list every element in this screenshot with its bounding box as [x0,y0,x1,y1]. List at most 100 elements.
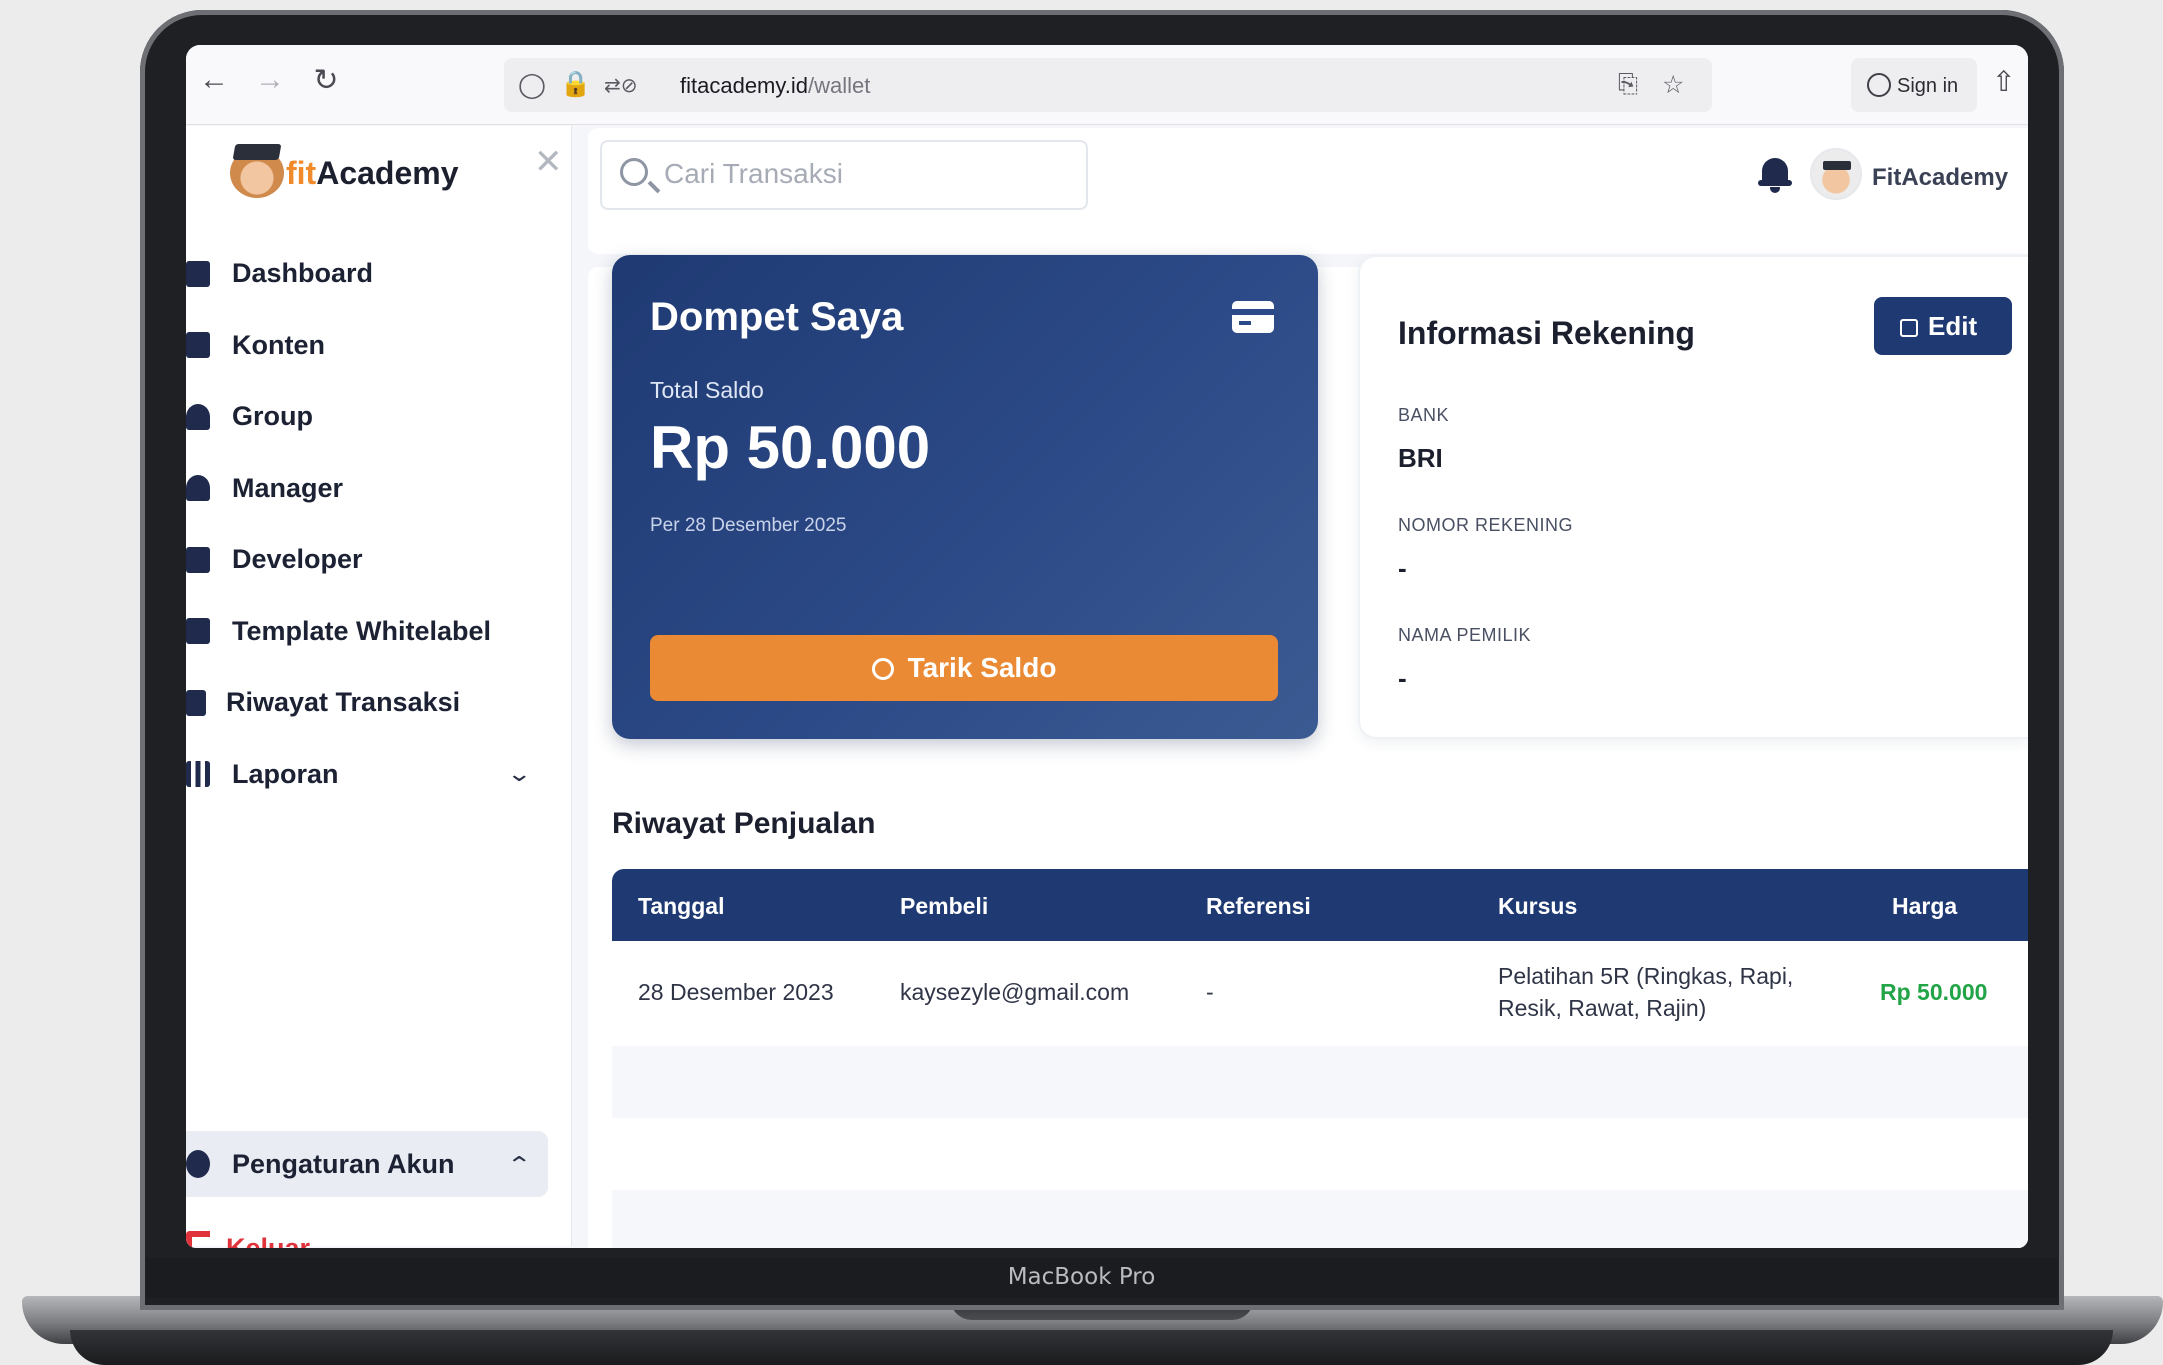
lock-icon: 🔒 [560,70,592,98]
cell-buyer: kaysezyle@gmail.com [900,979,1130,1005]
sidebar-item-label: Developer [232,544,363,575]
sidebar-item-manager[interactable]: Manager [186,453,572,525]
back-arrow-icon[interactable]: ← [194,63,234,97]
sidebar-item-label: Template Whitelabel [232,615,492,646]
url-domain: fitacademy.id [680,73,808,98]
sidebar-item-label: Laporan [232,758,339,789]
bank-label: BANK [1398,405,1450,425]
developer-icon [186,546,210,573]
balance-amount: Rp 50.000 [650,414,931,481]
stage: MacBook Pro ← → ↻ ◯ 🔒 ⇄⊘ fitacademy.id/w… [0,0,2163,1365]
content-icon [186,332,210,359]
template-icon [186,618,210,645]
sidebar-item-riwayat-transaksi[interactable]: Riwayat Transaksi [186,667,572,739]
search-input[interactable] [664,158,1064,190]
bookmark-star-icon[interactable]: ☆ [1662,70,1684,100]
account-number-label: NOMOR REKENING [1398,515,1574,535]
chevron-down-icon[interactable]: ⌄ [506,761,532,787]
sidebar-item-label: Dashboard [232,258,374,289]
sidebar-item-account-settings[interactable]: Pengaturan Akun ⌄ [186,1131,548,1197]
logout-icon [186,1231,210,1248]
empty-row [612,1118,2028,1190]
bell-clapper [1770,187,1780,193]
top-header: FitAcademy [588,128,2028,254]
notification-bell-icon[interactable] [1758,154,1792,193]
bell-rim [1758,180,1792,186]
logo-text-suffix: Academy [316,154,459,191]
sidebar-item-group[interactable]: Group [186,381,572,453]
column-header-course: Kursus [1498,893,1578,919]
sidebar-item-konten[interactable]: Konten [186,310,572,382]
cell-price: Rp 50.000 [1880,979,1988,1005]
column-header-date: Tanggal [638,893,725,919]
gear-icon [186,1150,210,1178]
device-label: MacBook Pro [1007,1264,1156,1290]
withdraw-button[interactable]: Tarik Saldo [650,635,1278,701]
dashboard-icon [186,260,210,287]
close-sidebar-icon[interactable]: ✕ [534,142,563,182]
cell-date: 28 Desember 2023 [638,979,834,1005]
sidebar-item-label: Pengaturan Akun [232,1149,455,1179]
sidebar-item-developer[interactable]: Developer [186,524,572,596]
logout-label: Keluar [226,1233,311,1248]
sales-history-title: Riwayat Penjualan [612,807,876,840]
sidebar-item-template-whitelabel[interactable]: Template Whitelabel [186,596,572,668]
report-icon [186,761,210,788]
column-header-price: Harga [1892,893,1958,919]
coin-icon [871,658,894,680]
balance-label: Total Saldo [650,377,764,403]
sidebar-item-dashboard[interactable]: Dashboard [186,238,572,310]
account-owner-label: NAMA PEMILIK [1398,625,1532,645]
column-header-reference: Referensi [1206,893,1311,919]
withdraw-label: Tarik Saldo [907,652,1057,683]
edit-button[interactable]: Edit [1874,297,2012,355]
cell-course-line2: Resik, Rawat, Rajin) [1498,995,1707,1021]
account-info-title: Informasi Rekening [1398,315,1695,351]
group-icon [186,403,210,430]
account-number-value: - [1398,553,1407,583]
credit-card-icon [1232,301,1274,333]
history-icon [186,689,206,716]
sidebar-menu: Dashboard Konten Group Manager Developer [186,238,572,810]
permissions-icon: ⇄⊘ [604,75,638,97]
table-header: Tanggal Pembeli Referensi Kursus Harga [612,869,2028,941]
search-icon [620,158,648,186]
search-box[interactable] [600,140,1088,210]
browser-toolbar: ← → ↻ ◯ 🔒 ⇄⊘ fitacademy.id/wallet ⎘ ☆ Si… [186,45,2028,125]
forward-arrow-icon[interactable]: → [250,63,290,97]
wallet-card: Dompet Saya Total Saldo Rp 50.000 Per 28… [612,255,1318,739]
shield-icon: ◯ [518,71,546,99]
cell-course-line1: Pelatihan 5R (Ringkas, Rapi, [1498,963,1794,989]
sales-table: Tanggal Pembeli Referensi Kursus Harga 2… [612,869,2028,1248]
address-bar[interactable]: ◯ 🔒 ⇄⊘ fitacademy.id/wallet ⎘ ☆ [504,58,1712,112]
reload-icon[interactable]: ↻ [306,63,346,98]
balance-date: Per 28 Desember 2025 [650,515,847,536]
mascot-logo-icon [230,148,284,198]
edit-icon [1900,319,1918,337]
logo[interactable]: fit Academy [230,146,459,200]
sidebar-item-label: Riwayat Transaksi [226,687,461,718]
column-header-buyer: Pembeli [900,893,989,919]
empty-row [612,1190,2028,1248]
username[interactable]: FitAcademy [1872,164,2008,192]
sign-in-label: Sign in [1897,75,1959,97]
wallet-title: Dompet Saya [650,295,904,339]
sidebar-item-label: Konten [232,329,325,360]
url-path: /wallet [807,73,871,98]
empty-row [612,1046,2028,1118]
cell-reference: - [1206,979,1214,1005]
sign-in-button[interactable]: Sign in [1851,58,1977,112]
chevron-up-icon[interactable]: ⌄ [506,1150,532,1176]
url-text: fitacademy.id/wallet [680,73,870,99]
account-icon [1867,73,1891,97]
sidebar-item-laporan[interactable]: Laporan ⌄ [186,739,572,811]
logo-text-prefix: fit [286,154,317,191]
extensions-icon[interactable]: ⇧ [1992,65,2015,98]
edit-label: Edit [1928,311,1978,341]
laptop-base-bottom [70,1330,2113,1365]
download-icon[interactable]: ⎘ [1618,70,1638,99]
sidebar: fit Academy ✕ Dashboard Konten Group Man… [186,126,572,1248]
table-row[interactable]: 28 Desember 2023 kaysezyle@gmail.com - P… [612,941,2028,1046]
avatar[interactable] [1810,148,1862,200]
sidebar-item-label: Group [232,401,313,432]
